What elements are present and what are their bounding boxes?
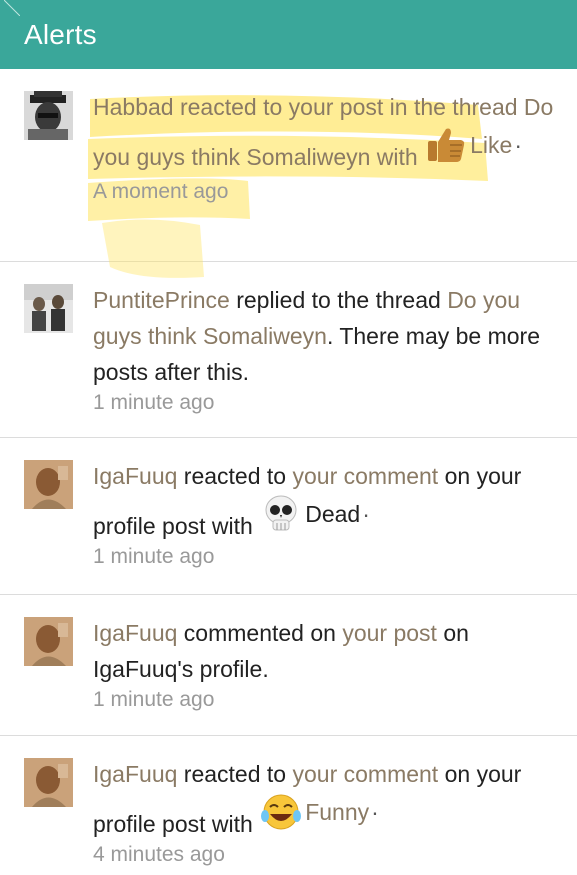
- alert-time: 1 minute ago: [93, 688, 215, 711]
- thumbs-up-icon: [428, 128, 465, 162]
- avatar[interactable]: [24, 617, 73, 666]
- reaction: Dead ·: [259, 494, 370, 534]
- alert-item[interactable]: IgaFuuq reacted to your comment on your …: [0, 438, 577, 595]
- username-link[interactable]: IgaFuuq: [93, 620, 177, 646]
- username-link[interactable]: IgaFuuq: [93, 463, 177, 489]
- alert-time: A moment ago: [93, 180, 229, 203]
- post-link[interactable]: your post: [289, 94, 384, 120]
- alert-content: PuntitePrince replied to the thread Do y…: [93, 282, 561, 437]
- separator-dot: ·: [362, 501, 370, 527]
- avatar[interactable]: [24, 460, 73, 509]
- alert-item[interactable]: IgaFuuq reacted to your comment on your …: [0, 736, 577, 875]
- alert-text: with: [370, 144, 425, 170]
- alerts-list: Habbad reacted to your post in the threa…: [0, 69, 577, 875]
- alert-item[interactable]: PuntitePrince replied to the thread Do y…: [0, 262, 577, 438]
- alert-content: Habbad reacted to your post in the threa…: [93, 89, 561, 261]
- skull-icon: [265, 495, 297, 531]
- avatar[interactable]: [24, 284, 73, 333]
- user-avatar-image: [24, 758, 73, 807]
- username-link[interactable]: Habbad: [93, 94, 174, 120]
- alerts-header: Alerts: [0, 0, 577, 69]
- alert-text: replied to the thread: [229, 287, 448, 313]
- alert-text: commented on: [177, 620, 343, 646]
- alert-time: 1 minute ago: [93, 545, 215, 568]
- alert-text: reacted to: [177, 463, 293, 489]
- separator-dot: ·: [371, 799, 379, 825]
- alert-text: reacted to: [177, 761, 293, 787]
- page-title: Alerts: [24, 18, 97, 50]
- user-avatar-image: [24, 284, 73, 333]
- corner-fold-icon: [4, 0, 20, 16]
- alert-item[interactable]: Habbad reacted to your post in the threa…: [0, 69, 577, 278]
- username-link[interactable]: PuntitePrince: [93, 287, 230, 313]
- alert-content: IgaFuuq commented on your post on IgaFuu…: [93, 615, 561, 735]
- reaction: Like ·: [424, 125, 522, 165]
- reaction-label[interactable]: Like: [470, 127, 512, 163]
- comment-link[interactable]: your comment: [292, 761, 438, 787]
- alert-content: IgaFuuq reacted to your comment on your …: [93, 458, 561, 594]
- tears-of-joy-icon: [261, 794, 302, 830]
- alert-time: 1 minute ago: [93, 391, 215, 414]
- avatar[interactable]: [24, 758, 73, 807]
- comment-link[interactable]: your comment: [292, 463, 438, 489]
- alert-text: in the thread: [383, 94, 524, 120]
- alert-item[interactable]: IgaFuuq commented on your post on IgaFuu…: [0, 595, 577, 736]
- reaction: Funny ·: [259, 792, 379, 832]
- separator-dot: ·: [514, 132, 522, 158]
- reaction-label[interactable]: Funny: [305, 794, 369, 830]
- post-link[interactable]: your post: [342, 620, 437, 646]
- avatar[interactable]: [24, 91, 73, 140]
- user-avatar-image: [24, 91, 73, 140]
- alert-content: IgaFuuq reacted to your comment on your …: [93, 756, 561, 875]
- username-link[interactable]: IgaFuuq: [93, 761, 177, 787]
- user-avatar-image: [24, 460, 73, 509]
- reaction-label[interactable]: Dead: [305, 496, 360, 532]
- alert-time: 4 minutes ago: [93, 843, 225, 866]
- user-avatar-image: [24, 617, 73, 666]
- alert-text: reacted to: [173, 94, 289, 120]
